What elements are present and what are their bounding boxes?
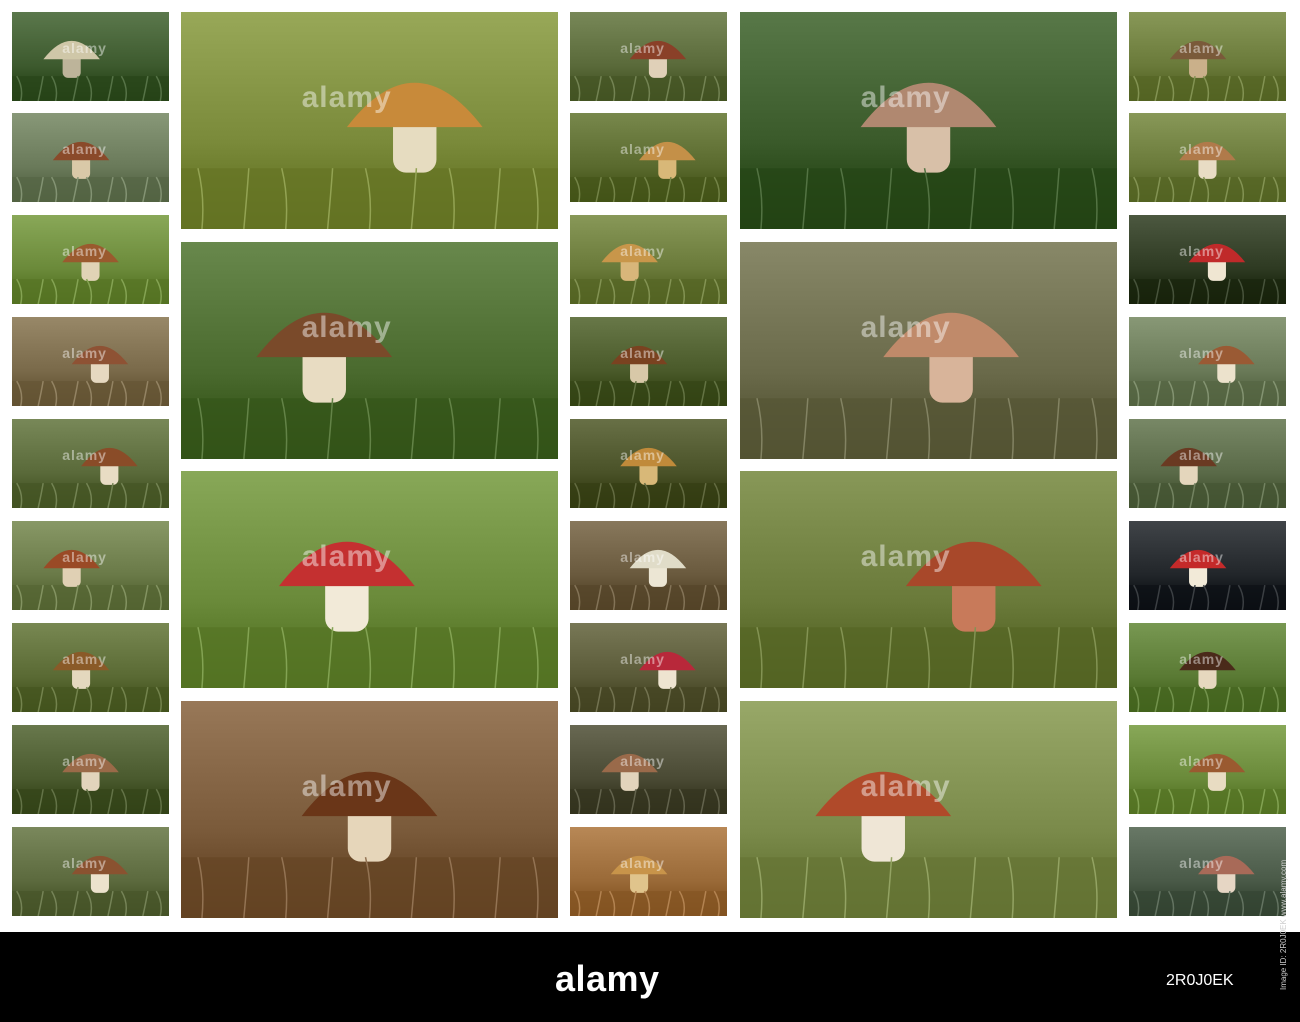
mushroom-photo-c3-1: alamy [570,12,727,101]
mushroom-photo-c5-5: alamy [1129,419,1286,508]
mushroom-photo-c5-3: alamy [1129,215,1286,304]
mushroom-photo-c3-6: alamy [570,521,727,610]
mushroom-photo-c2-3: alamy [181,471,558,688]
mushroom-photo-c3-4: alamy [570,317,727,406]
mushroom-photo-c5-1: alamy [1129,12,1286,101]
mushroom-photo-c3-7: alamy [570,623,727,712]
mushroom-photo-c5-4: alamy [1129,317,1286,406]
mushroom-photo-c4-1: alamy [740,12,1117,229]
mushroom-photo-c1-4: alamy [12,317,169,406]
mushroom-photo-c4-2: alamy [740,242,1117,459]
mushroom-photo-c3-8: alamy [570,725,727,814]
mushroom-photo-c5-6: alamy [1129,521,1286,610]
mushroom-photo-c4-3: alamy [740,471,1117,688]
mushroom-photo-c2-1: alamy [181,12,558,229]
side-credit-text: Image ID: 2R0J0EK www.alamy.com [1279,859,1288,990]
mushroom-photo-c1-3: alamy [12,215,169,304]
mushroom-photo-c1-1: alamy [12,12,169,101]
image-id-label: 2R0J0EK [1166,972,1234,989]
mushroom-photo-c1-6: alamy [12,521,169,610]
mushroom-photo-c3-2: alamy [570,113,727,202]
alamy-logo: alamy [555,958,660,999]
mushroom-photo-c1-9: alamy [12,827,169,916]
mushroom-photo-c4-4: alamy [740,701,1117,918]
mushroom-photo-c5-2: alamy [1129,113,1286,202]
mushroom-photo-c1-5: alamy [12,419,169,508]
mushroom-photo-c5-8: alamy [1129,725,1286,814]
mushroom-photo-c2-4: alamy [181,701,558,918]
mushroom-photo-c1-8: alamy [12,725,169,814]
mushroom-photo-c3-3: alamy [570,215,727,304]
mushroom-photo-c5-9: alamy [1129,827,1286,916]
mushroom-photo-c5-7: alamy [1129,623,1286,712]
mushroom-photo-c3-9: alamy [570,827,727,916]
mushroom-photo-c1-2: alamy [12,113,169,202]
watermark-footer-bar: alamy 2R0J0EK [0,932,1300,1022]
mushroom-photo-collage: alamy alamy alamy alamy alamy alamy alamy alamy… [0,0,1300,932]
mushroom-photo-c2-2: alamy [181,242,558,459]
mushroom-photo-c1-7: alamy [12,623,169,712]
mushroom-photo-c3-5: alamy [570,419,727,508]
